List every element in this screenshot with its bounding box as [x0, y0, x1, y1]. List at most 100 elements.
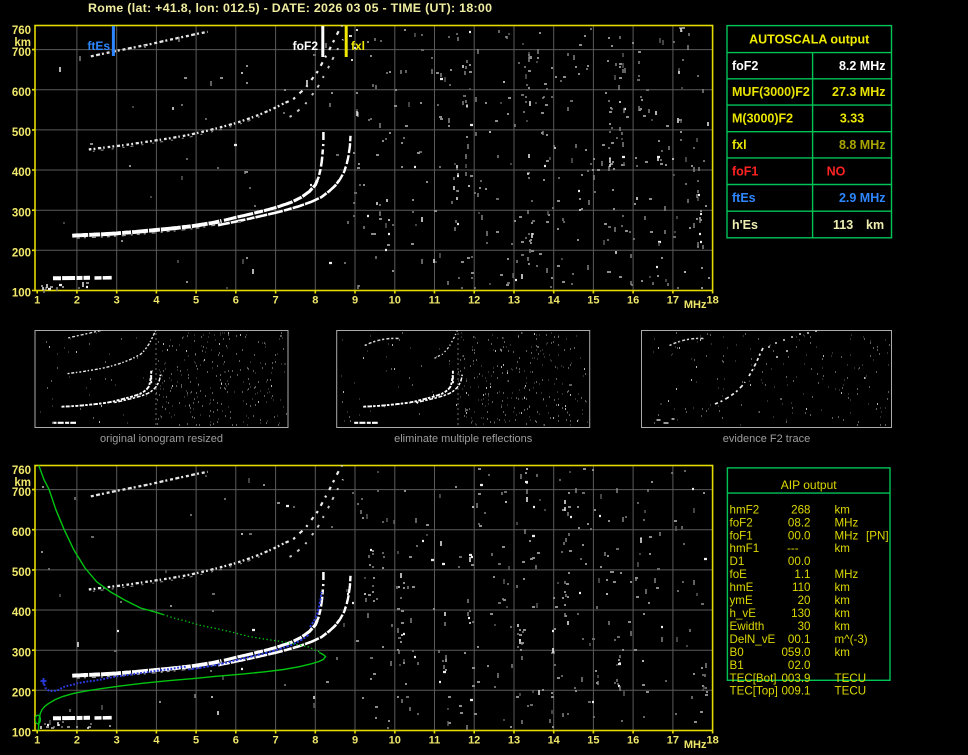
svg-text:500: 500 [12, 567, 31, 579]
svg-text:02.0: 02.0 [788, 659, 811, 672]
svg-text:km: km [835, 620, 850, 633]
svg-text:fxl: fxl [351, 39, 365, 53]
svg-text:27.3 MHz: 27.3 MHz [832, 85, 886, 99]
svg-text:TECU: TECU [835, 672, 867, 685]
svg-text:m^(-3): m^(-3) [835, 633, 868, 646]
svg-text:ymE: ymE [730, 594, 753, 607]
svg-text:NO: NO [827, 165, 846, 179]
svg-text:1: 1 [34, 295, 40, 307]
svg-text:3.33: 3.33 [840, 112, 864, 126]
svg-text:MHz: MHz [835, 568, 859, 581]
svg-text:18: 18 [706, 735, 718, 747]
svg-text:6: 6 [233, 295, 239, 307]
svg-text:13: 13 [508, 735, 520, 747]
svg-text:km: km [866, 218, 884, 232]
svg-text:ftEs: ftEs [87, 39, 110, 53]
svg-text:foF2: foF2 [293, 39, 319, 53]
svg-text:100: 100 [12, 728, 31, 740]
svg-text:4: 4 [153, 735, 160, 747]
svg-text:ftEs: ftEs [732, 191, 756, 205]
svg-text:km: km [835, 607, 850, 620]
svg-text:fxl: fxl [732, 138, 747, 152]
svg-text:5: 5 [193, 295, 199, 307]
svg-text:110: 110 [792, 581, 810, 594]
svg-text:Rome (lat: +41.8, lon: 012.5): Rome (lat: +41.8, lon: 012.5) - DATE: 20… [88, 1, 492, 15]
svg-text:14: 14 [548, 735, 561, 747]
svg-text:00.1: 00.1 [788, 633, 811, 646]
svg-text:km: km [835, 503, 850, 516]
svg-text:MHz: MHz [835, 529, 859, 542]
svg-text:200: 200 [12, 688, 31, 700]
svg-text:MHz: MHz [684, 299, 707, 311]
svg-text:km: km [835, 542, 850, 555]
svg-text:9: 9 [352, 295, 358, 307]
svg-text:113: 113 [833, 218, 853, 232]
svg-text:15: 15 [587, 295, 599, 307]
svg-text:14: 14 [548, 295, 561, 307]
svg-text:foF2: foF2 [732, 59, 758, 73]
svg-text:km: km [835, 594, 850, 607]
svg-text:6: 6 [233, 735, 239, 747]
svg-text:hmF1: hmF1 [730, 542, 760, 555]
svg-text:300: 300 [12, 647, 31, 659]
svg-text:foF2: foF2 [730, 516, 753, 529]
svg-text:AUTOSCALA output: AUTOSCALA output [749, 33, 870, 47]
svg-text:evidence F2 trace: evidence F2 trace [723, 433, 810, 445]
svg-text:130: 130 [791, 607, 810, 620]
svg-text:eliminate multiple reflections: eliminate multiple reflections [394, 433, 533, 445]
svg-text:M(3000)F2: M(3000)F2 [732, 112, 793, 126]
svg-text:30: 30 [798, 620, 811, 633]
svg-text:5: 5 [193, 735, 199, 747]
svg-text:12: 12 [468, 295, 480, 307]
svg-text:600: 600 [12, 527, 31, 539]
svg-text:15: 15 [587, 735, 599, 747]
svg-text:500: 500 [12, 127, 31, 139]
svg-text:MHz: MHz [684, 739, 707, 751]
svg-text:003.9: 003.9 [781, 672, 810, 685]
svg-text:400: 400 [12, 167, 31, 179]
svg-text:400: 400 [12, 607, 31, 619]
svg-text:foF1: foF1 [732, 165, 758, 179]
svg-text:10: 10 [389, 295, 401, 307]
svg-text:MHz: MHz [835, 516, 859, 529]
svg-text:2: 2 [74, 295, 80, 307]
svg-text:AIP output: AIP output [781, 478, 837, 492]
svg-text:2: 2 [74, 735, 80, 747]
svg-text:760: 760 [12, 25, 31, 37]
svg-text:17: 17 [667, 295, 679, 307]
svg-text:B0: B0 [730, 646, 744, 659]
svg-text:3: 3 [114, 295, 120, 307]
svg-text:hmE: hmE [730, 581, 754, 594]
svg-text:TECU: TECU [835, 685, 867, 698]
svg-text:9: 9 [352, 735, 358, 747]
svg-text:TEC[Top]: TEC[Top] [730, 685, 778, 698]
svg-text:00.0: 00.0 [788, 555, 811, 568]
svg-text:foF1: foF1 [730, 529, 753, 542]
svg-text:00.0: 00.0 [788, 529, 811, 542]
svg-text:13: 13 [508, 295, 520, 307]
svg-text:foE: foE [730, 568, 748, 581]
svg-text:300: 300 [12, 207, 31, 219]
svg-text:D1: D1 [730, 555, 745, 568]
svg-text:12: 12 [468, 735, 480, 747]
svg-text:7: 7 [273, 295, 279, 307]
svg-text:16: 16 [627, 295, 639, 307]
svg-text:Ewidth: Ewidth [730, 620, 765, 633]
svg-text:8.2 MHz: 8.2 MHz [839, 59, 886, 73]
svg-text:11: 11 [429, 295, 441, 307]
svg-text:8: 8 [312, 295, 318, 307]
svg-text:16: 16 [627, 735, 639, 747]
svg-text:1.1: 1.1 [794, 568, 810, 581]
svg-text:18: 18 [706, 295, 718, 307]
svg-text:268: 268 [791, 503, 810, 516]
svg-text:200: 200 [12, 248, 31, 260]
svg-text:4: 4 [153, 295, 160, 307]
svg-text:700: 700 [12, 47, 31, 59]
svg-text:10: 10 [389, 735, 401, 747]
svg-text:08.2: 08.2 [788, 516, 811, 529]
svg-text:h'Es: h'Es [732, 218, 758, 232]
svg-text:km: km [835, 581, 850, 594]
svg-text:2.9 MHz: 2.9 MHz [839, 191, 886, 205]
svg-text:11: 11 [429, 735, 441, 747]
svg-text:700: 700 [12, 487, 31, 499]
